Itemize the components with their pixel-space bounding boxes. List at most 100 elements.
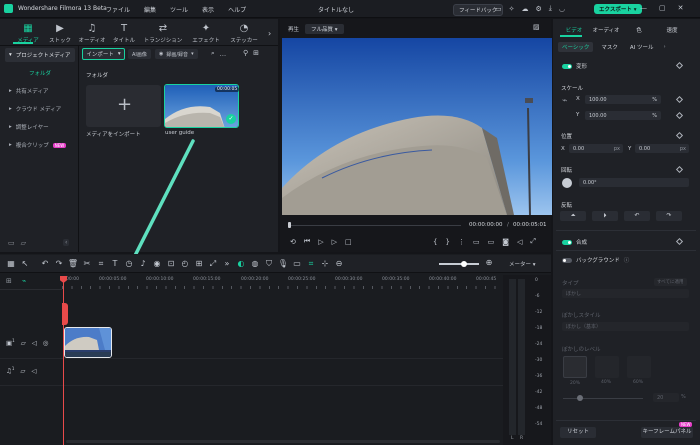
audio-icon[interactable]: ♪	[136, 259, 150, 268]
scale-x-input[interactable]: 100.00%	[585, 95, 661, 104]
flip-vertical-icon[interactable]: ⏶	[560, 211, 586, 221]
import-button[interactable]: インポート ▾	[82, 48, 125, 60]
sidebar-item-adjustment-layer[interactable]: ▸ 調整レイヤー	[5, 120, 75, 134]
record-button[interactable]: ◉ 録画/録音 ▾	[155, 49, 198, 59]
rotate-right-icon[interactable]: ↷	[656, 211, 682, 221]
tab-media[interactable]: ▦ メディア	[12, 23, 44, 44]
crop-icon[interactable]: ⌗	[94, 259, 108, 269]
render-icon[interactable]: ◐	[234, 259, 248, 268]
tab-stock[interactable]: ▶ ストック	[44, 23, 76, 44]
export-button[interactable]: エクスポート ▾	[594, 3, 642, 14]
position-x-input[interactable]: 0.00 px	[569, 144, 623, 153]
add-track-icon[interactable]: ⊞	[6, 277, 12, 285]
subtab-basic[interactable]: ベーシック	[558, 42, 594, 52]
headset-icon[interactable]: ◡	[559, 5, 565, 13]
rotate-dial[interactable]	[562, 178, 572, 188]
maximize-icon[interactable]: ▢	[659, 4, 666, 12]
split-icon[interactable]: ✂	[80, 259, 94, 268]
blur-level-slider-handle[interactable]	[577, 395, 583, 401]
shield-icon[interactable]: ⛉	[262, 259, 276, 269]
settings-icon[interactable]: ⚙	[536, 5, 542, 13]
fit-icon[interactable]: ⊡	[164, 259, 178, 268]
sidebar-item-cloud-media[interactable]: ▸ クラウド メディア	[5, 102, 75, 116]
import-media-tile[interactable]: +	[86, 85, 161, 127]
position-y-input[interactable]: 0.00 px	[635, 144, 689, 153]
more-options-icon[interactable]: ⋮	[458, 238, 465, 246]
layout-icon[interactable]: ▦	[4, 259, 18, 268]
screen-icon[interactable]: ▭	[488, 238, 495, 246]
mark-in-icon[interactable]: {	[433, 238, 437, 246]
close-icon[interactable]: ✕	[678, 4, 684, 12]
download-icon[interactable]: ⤓	[549, 4, 552, 13]
subtab-mask[interactable]: マスク	[597, 42, 622, 52]
apply-all-button[interactable]: すべてに適用	[654, 278, 687, 286]
timeline-ruler[interactable]: 00:00 00:00:05:00 00:00:10:00 00:00:15:0…	[62, 275, 503, 289]
speaker-icon[interactable]: ◁	[32, 339, 37, 347]
subtab-next-icon[interactable]: ›	[662, 43, 668, 51]
scale-y-input[interactable]: 100.00%	[585, 111, 661, 120]
minimize-icon[interactable]: —	[640, 4, 647, 12]
undo-icon[interactable]: ↶	[38, 259, 52, 268]
grid-view-icon[interactable]: ⊞	[253, 49, 259, 57]
blur-level-option[interactable]: 20%	[563, 356, 587, 386]
folder-icon[interactable]: ▱	[20, 367, 25, 375]
camera-icon[interactable]: ◙	[502, 238, 509, 246]
ai-image-button[interactable]: AI画像	[128, 49, 151, 59]
speed-icon[interactable]: ◷	[122, 259, 136, 268]
sidebar-item-shared-media[interactable]: ▸ 共有メディア	[5, 84, 75, 98]
more-icon[interactable]: …	[220, 50, 227, 58]
folder-icon[interactable]: ▱	[21, 239, 26, 247]
zoom-slider-handle[interactable]	[461, 260, 467, 267]
record-voice-icon[interactable]: ◍	[248, 259, 262, 268]
ripple-icon[interactable]: ⊹	[318, 259, 332, 268]
snap-icon[interactable]: ⌗	[304, 259, 318, 269]
folder-icon[interactable]: ▱	[21, 339, 26, 347]
sidebar-item-folder[interactable]: フォルダ	[5, 66, 75, 80]
menu-tools[interactable]: ツール	[170, 5, 188, 14]
transform-toggle[interactable]	[562, 63, 572, 69]
volume-icon[interactable]: ◁	[517, 238, 522, 246]
sidebar-item-compound-clip[interactable]: ▸ 複合クリップ NEW	[5, 138, 75, 152]
prev-frame-icon[interactable]: ⟲	[290, 238, 296, 246]
tab-effects[interactable]: ✦ エフェクト	[186, 23, 226, 44]
transform-icon[interactable]: ⤢	[206, 259, 220, 269]
rotate-left-icon[interactable]: ↶	[624, 211, 650, 221]
display-icon[interactable]: ▭	[473, 238, 480, 246]
tab-transitions[interactable]: ⇄ トランジション	[140, 23, 186, 44]
link-icon[interactable]: ⌁	[22, 277, 26, 285]
lightbulb-icon[interactable]: ✧	[509, 5, 515, 13]
play-icon[interactable]: ▷	[318, 238, 323, 246]
timeline-scrollbar[interactable]	[66, 440, 500, 443]
step-back-icon[interactable]: ⏮	[304, 237, 310, 246]
subtab-ai-tools[interactable]: AI ツール	[626, 42, 658, 52]
tab-video[interactable]: ビデオ	[560, 26, 588, 34]
play-loop-icon[interactable]: ▷	[332, 238, 337, 246]
type-select[interactable]: ぼかし	[562, 289, 689, 298]
delete-icon[interactable]: 🗑	[66, 259, 80, 268]
timer-icon[interactable]: ◴	[178, 259, 192, 268]
tab-audio-settings[interactable]: オーディオ	[588, 26, 624, 34]
ratio-icon[interactable]: ⊞	[192, 259, 206, 268]
new-folder-icon[interactable]: ▭	[8, 239, 15, 247]
marker-icon[interactable]: ▭	[290, 259, 304, 268]
speaker-icon[interactable]: ◁	[31, 367, 36, 375]
mark-out-icon[interactable]: }	[445, 238, 449, 246]
menu-help[interactable]: ヘルプ	[228, 5, 246, 14]
redo-icon[interactable]: ↷	[52, 259, 66, 268]
tab-audio[interactable]: ♫ オーディオ	[76, 23, 108, 44]
menu-view[interactable]: 表示	[202, 5, 214, 14]
flip-horizontal-icon[interactable]: ⏵	[592, 211, 618, 221]
zoom-slider[interactable]	[439, 263, 479, 265]
background-toggle[interactable]	[562, 257, 572, 263]
search-icon[interactable]: ⌕	[211, 49, 215, 58]
text-icon[interactable]: T	[108, 259, 122, 268]
monitor-icon[interactable]: ▭	[495, 5, 502, 13]
filter-icon[interactable]: ⚲	[243, 49, 248, 57]
cloud-icon[interactable]: ☁	[522, 5, 529, 13]
blur-level-option[interactable]: 40%	[595, 356, 619, 385]
tab-stickers[interactable]: ◔ ステッカー	[226, 23, 262, 44]
reset-button[interactable]: リセット	[560, 427, 596, 438]
blur-level-input[interactable]: 20	[653, 393, 679, 402]
tab-speed[interactable]: 速度	[654, 26, 690, 34]
more-tools-icon[interactable]: »	[220, 259, 234, 268]
